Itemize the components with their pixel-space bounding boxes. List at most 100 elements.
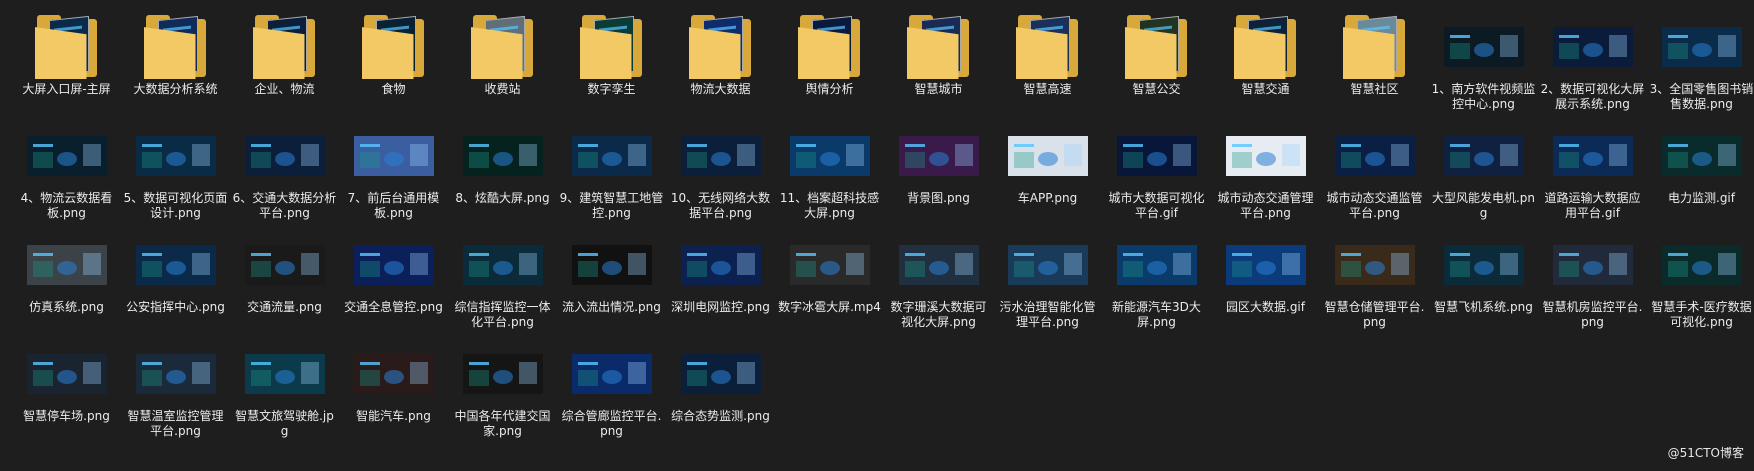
file-item[interactable]: 深圳电网监控.png — [666, 230, 775, 339]
file-item[interactable]: 智慧停车场.png — [12, 339, 121, 448]
file-item[interactable]: 数字冰雹大屏.mp4 — [775, 230, 884, 339]
folder-icon — [1325, 14, 1425, 80]
file-item[interactable]: 流入流出情况.png — [557, 230, 666, 339]
file-name: 新能源汽车3D大屏.png — [1112, 300, 1201, 329]
file-item[interactable]: 智能汽车.png — [339, 339, 448, 448]
folder-icon — [252, 15, 317, 79]
file-item[interactable]: 车APP.png — [993, 121, 1102, 230]
folder-item[interactable]: 智慧城市 — [884, 12, 993, 121]
image-thumbnail — [1107, 123, 1207, 189]
file-item[interactable]: 1、南方软件视频监控中心.png — [1429, 12, 1538, 121]
image-thumbnail — [671, 341, 771, 407]
file-item[interactable]: 综合管廊监控平台.png — [557, 339, 666, 448]
file-item[interactable]: 城市动态交通管理平台.png — [1211, 121, 1320, 230]
file-name: 深圳电网监控.png — [671, 300, 770, 314]
file-item[interactable]: 智慧飞机系统.png — [1429, 230, 1538, 339]
file-name: 综信指挥监控一体化平台.png — [454, 300, 551, 329]
file-name: 收费站 — [484, 82, 521, 96]
file-item[interactable]: 2、数据可视化大屏展示系统.png — [1538, 12, 1647, 121]
file-item[interactable]: 电力监测.gif — [1647, 121, 1754, 230]
image-preview — [26, 354, 107, 394]
file-item[interactable]: 7、前后台通用模板.png — [339, 121, 448, 230]
file-item[interactable]: 4、物流云数据看板.png — [12, 121, 121, 230]
file-item[interactable]: 综合态势监测.png — [666, 339, 775, 448]
image-preview — [1007, 136, 1088, 176]
file-item[interactable]: 污水治理智能化管理平台.png — [993, 230, 1102, 339]
image-preview — [789, 245, 870, 285]
image-preview — [898, 245, 979, 285]
folder-icon — [1233, 15, 1298, 79]
image-preview — [1334, 245, 1415, 285]
file-item[interactable]: 智慧文旅驾驶舱.jpg — [230, 339, 339, 448]
file-item[interactable]: 6、交通大数据分析平台.png — [230, 121, 339, 230]
folder-icon — [453, 14, 553, 80]
folder-icon — [235, 14, 335, 80]
file-name: 智慧文旅驾驶舱.jpg — [235, 409, 334, 438]
file-item[interactable]: 大型风能发电机.png — [1429, 121, 1538, 230]
file-item[interactable]: 新能源汽车3D大屏.png — [1102, 230, 1211, 339]
image-preview — [1225, 136, 1306, 176]
image-preview — [1443, 245, 1524, 285]
file-item[interactable]: 交通流量.png — [230, 230, 339, 339]
file-item[interactable]: 智慧温室监控管理平台.png — [121, 339, 230, 448]
file-name: 1、南方软件视频监控中心.png — [1431, 82, 1536, 111]
file-item[interactable]: 公安指挥中心.png — [121, 230, 230, 339]
file-item[interactable]: 城市动态交通监管平台.png — [1320, 121, 1429, 230]
image-preview — [1661, 245, 1742, 285]
file-item[interactable]: 9、建筑智慧工地管控.png — [557, 121, 666, 230]
file-item[interactable]: 交通全息管控.png — [339, 230, 448, 339]
file-item[interactable]: 背景图.png — [884, 121, 993, 230]
file-name: 5、数据可视化页面设计.png — [123, 191, 228, 220]
image-preview — [462, 354, 543, 394]
file-item[interactable]: 中国各年代建交国家.png — [448, 339, 557, 448]
file-item[interactable]: 综信指挥监控一体化平台.png — [448, 230, 557, 339]
folder-item[interactable]: 数字孪生 — [557, 12, 666, 121]
file-name: 企业、物流 — [254, 82, 315, 96]
image-thumbnail — [1652, 14, 1752, 80]
file-item[interactable]: 仿真系统.png — [12, 230, 121, 339]
folder-item[interactable]: 收费站 — [448, 12, 557, 121]
file-item[interactable]: 智慧机房监控平台.png — [1538, 230, 1647, 339]
folder-item[interactable]: 大数据分析系统 — [121, 12, 230, 121]
file-name: 城市动态交通监管平台.png — [1326, 191, 1423, 220]
folder-item[interactable]: 智慧交通 — [1211, 12, 1320, 121]
image-preview — [1661, 27, 1742, 67]
file-item[interactable]: 11、档案超科技感大屏.png — [775, 121, 884, 230]
file-name: 7、前后台通用模板.png — [347, 191, 440, 220]
file-item[interactable]: 城市大数据可视化平台.gif — [1102, 121, 1211, 230]
image-thumbnail — [1543, 14, 1643, 80]
file-item[interactable]: 园区大数据.gif — [1211, 230, 1320, 339]
file-item[interactable]: 8、炫酷大屏.png — [448, 121, 557, 230]
file-item[interactable]: 数字珊溪大数据可视化大屏.png — [884, 230, 993, 339]
file-item[interactable]: 5、数据可视化页面设计.png — [121, 121, 230, 230]
file-name: 智慧仓储管理平台.png — [1324, 300, 1425, 329]
image-preview — [26, 136, 107, 176]
file-item[interactable]: 3、全国零售图书销售数据.png — [1647, 12, 1754, 121]
folder-icon — [17, 14, 117, 80]
folder-item[interactable]: 智慧公交 — [1102, 12, 1211, 121]
file-item[interactable]: 10、无线网络大数据平台.png — [666, 121, 775, 230]
image-thumbnail — [562, 232, 662, 298]
image-thumbnail — [17, 232, 117, 298]
file-name: 综合管廊监控平台.png — [561, 409, 662, 438]
image-thumbnail — [671, 232, 771, 298]
folder-item[interactable]: 智慧社区 — [1320, 12, 1429, 121]
file-item[interactable]: 智慧仓储管理平台.png — [1320, 230, 1429, 339]
file-name: 3、全国零售图书销售数据.png — [1649, 82, 1754, 111]
image-thumbnail — [889, 123, 989, 189]
image-thumbnail — [1434, 14, 1534, 80]
folder-item[interactable]: 智慧高速 — [993, 12, 1102, 121]
folder-item[interactable]: 物流大数据 — [666, 12, 775, 121]
image-preview — [1225, 245, 1306, 285]
folder-item[interactable]: 食物 — [339, 12, 448, 121]
file-item[interactable]: 智慧手术-医疗数据可视化.png — [1647, 230, 1754, 339]
image-thumbnail — [1216, 232, 1316, 298]
image-thumbnail — [998, 123, 1098, 189]
folder-item[interactable]: 大屏入口屏-主屏 — [12, 12, 121, 121]
file-name: 智慧交通 — [1241, 82, 1290, 96]
folder-item[interactable]: 舆情分析 — [775, 12, 884, 121]
image-preview — [1443, 136, 1524, 176]
file-name: 智慧机房监控平台.png — [1542, 300, 1643, 329]
file-item[interactable]: 道路运输大数据应用平台.gif — [1538, 121, 1647, 230]
folder-item[interactable]: 企业、物流 — [230, 12, 339, 121]
